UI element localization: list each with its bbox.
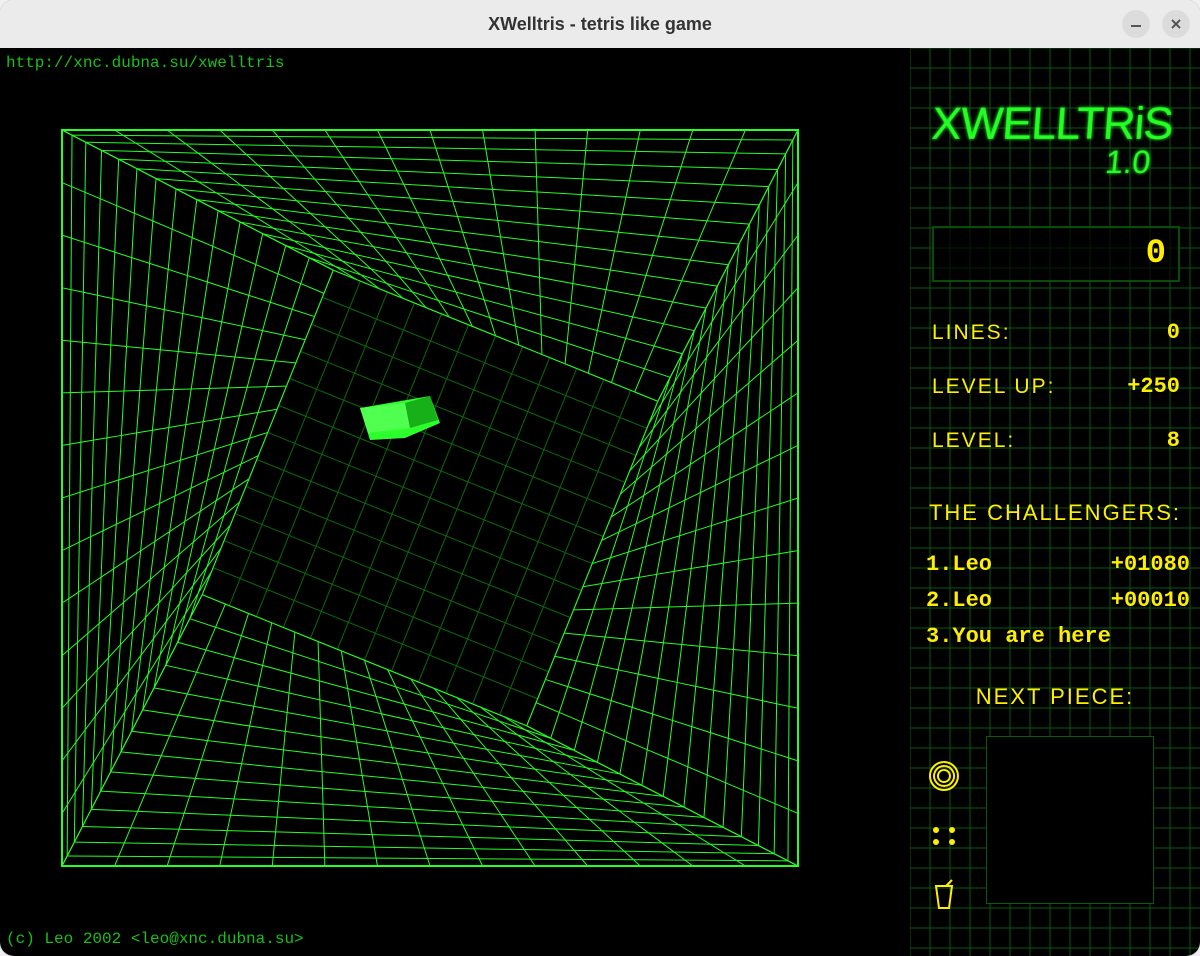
next-piece-title: NEXT PIECE: (910, 684, 1200, 710)
challenger-1-score: +01080 (1111, 552, 1190, 577)
svg-text:XWELLTRiS: XWELLTRiS (930, 98, 1175, 149)
next-piece-box (986, 736, 1154, 904)
level-row: LEVEL: 8 (932, 428, 1180, 453)
drink-icon[interactable] (926, 878, 962, 914)
level-label: LEVEL: (932, 429, 1015, 453)
lines-label: LINES: (932, 321, 1011, 345)
game-area[interactable]: http://xnc.dubna.su/xwelltris (c) Leo 20… (0, 48, 1200, 956)
close-button[interactable] (1162, 10, 1190, 38)
svg-text:1.0: 1.0 (1103, 144, 1152, 180)
challenger-2-name: 2.Leo (926, 588, 992, 613)
levelup-value: +250 (1127, 374, 1180, 399)
challenger-row-1: 1.Leo +01080 (926, 552, 1190, 577)
levelup-row: LEVEL UP: +250 (932, 374, 1180, 399)
title-bar[interactable]: XWelltris - tetris like game (0, 0, 1200, 48)
well-grid (60, 128, 800, 868)
lines-row: LINES: 0 (932, 320, 1180, 345)
game-logo: XWELLTRiS 1.0 (920, 78, 1190, 218)
levelup-label: LEVEL UP: (932, 375, 1055, 399)
challenger-1-name: 1.Leo (926, 552, 992, 577)
copyright-text: (c) Leo 2002 <leo@xnc.dubna.su> (6, 930, 304, 948)
score-box: 0 (932, 226, 1180, 282)
spiral-icon[interactable] (926, 758, 962, 794)
score-value: 0 (1146, 235, 1166, 273)
sidebar-icon-column (926, 758, 962, 914)
window-title: XWelltris - tetris like game (488, 14, 712, 35)
window-controls (1122, 10, 1190, 38)
url-text: http://xnc.dubna.su/xwelltris (6, 54, 284, 72)
falling-piece (360, 396, 440, 440)
challenger-2-score: +00010 (1111, 588, 1190, 613)
shuffle-icon[interactable] (926, 818, 962, 854)
app-window: XWelltris - tetris like game http://xnc.… (0, 0, 1200, 956)
level-value: 8 (1167, 428, 1180, 453)
lines-value: 0 (1167, 320, 1180, 345)
challengers-title: THE CHALLENGERS: (910, 500, 1200, 526)
challenger-3-name: 3.You are here (926, 624, 1111, 649)
play-well[interactable] (60, 128, 800, 868)
sidebar: XWELLTRiS 1.0 0 LINES: 0 LEVEL UP: +250 … (910, 48, 1200, 956)
challenger-row-2: 2.Leo +00010 (926, 588, 1190, 613)
minimize-button[interactable] (1122, 10, 1150, 38)
challenger-row-3: 3.You are here (926, 624, 1190, 649)
